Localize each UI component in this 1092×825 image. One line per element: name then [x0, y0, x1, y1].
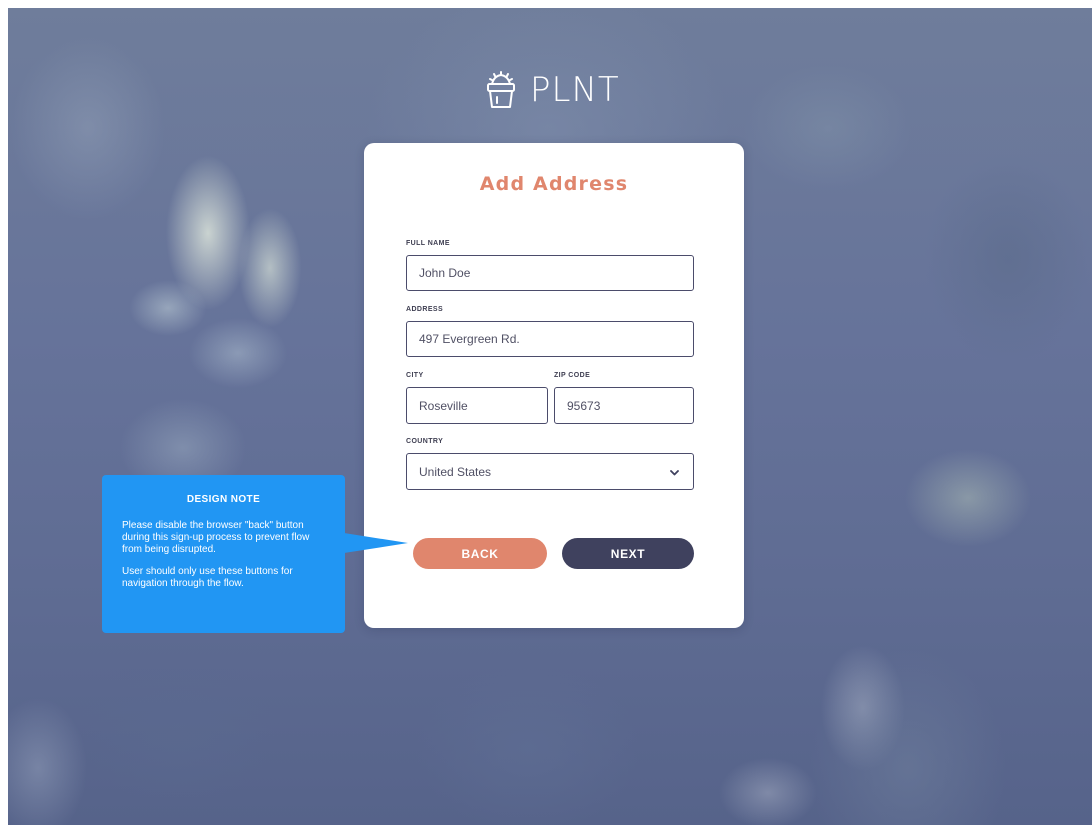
design-note-paragraph: Please disable the browser "back" button…	[122, 520, 310, 555]
design-note-callout: DESIGN NOTE Please disable the browser "…	[102, 475, 345, 633]
zip-code-input[interactable]: 95673	[554, 387, 694, 424]
brand-name: PLNT	[530, 70, 620, 110]
add-address-card: Add Address FULL NAME John Doe ADDRESS 4…	[364, 143, 744, 628]
city-input[interactable]: Roseville	[406, 387, 548, 424]
zip-code-value: 95673	[567, 398, 601, 413]
zip-code-label: ZIP CODE	[554, 372, 591, 379]
back-button[interactable]: BACK	[413, 538, 547, 569]
background-photo: PLNT Add Address FULL NAME John Doe ADDR…	[8, 8, 1092, 825]
address-value: 497 Evergreen Rd.	[419, 332, 520, 346]
full-name-label: FULL NAME	[406, 240, 450, 247]
next-button[interactable]: NEXT	[562, 538, 694, 569]
design-note-title: DESIGN NOTE	[186, 494, 261, 505]
brand-logo: PLNT	[484, 68, 620, 112]
address-input[interactable]: 497 Evergreen Rd.	[406, 321, 694, 357]
full-name-input[interactable]: John Doe	[406, 255, 694, 291]
plant-pot-icon	[484, 70, 518, 110]
city-value: Roseville	[419, 398, 468, 413]
design-note-pointer	[344, 533, 408, 553]
design-note-paragraph: User should only use these buttons for n…	[122, 566, 293, 589]
country-label: COUNTRY	[406, 438, 444, 445]
country-value: United States	[419, 464, 492, 479]
city-label: CITY	[406, 372, 424, 379]
full-name-value: John Doe	[419, 266, 471, 280]
chevron-down-icon	[670, 465, 679, 479]
form-title: Add Address	[479, 173, 629, 195]
country-select[interactable]: United States	[406, 453, 694, 490]
address-label: ADDRESS	[406, 306, 444, 313]
